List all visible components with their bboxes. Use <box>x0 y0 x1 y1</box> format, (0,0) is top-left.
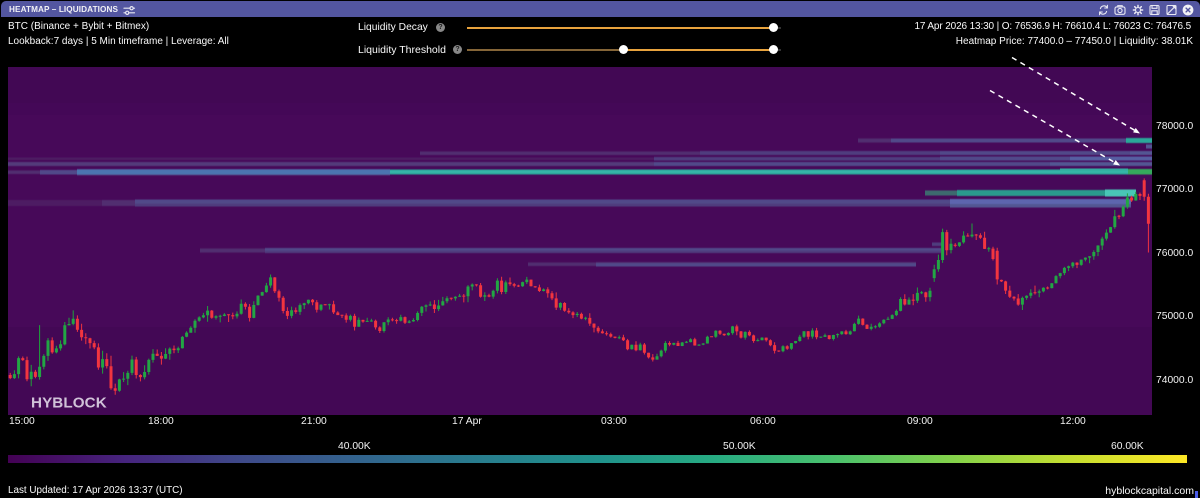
svg-text:HYBLOCK: HYBLOCK <box>31 395 107 412</box>
